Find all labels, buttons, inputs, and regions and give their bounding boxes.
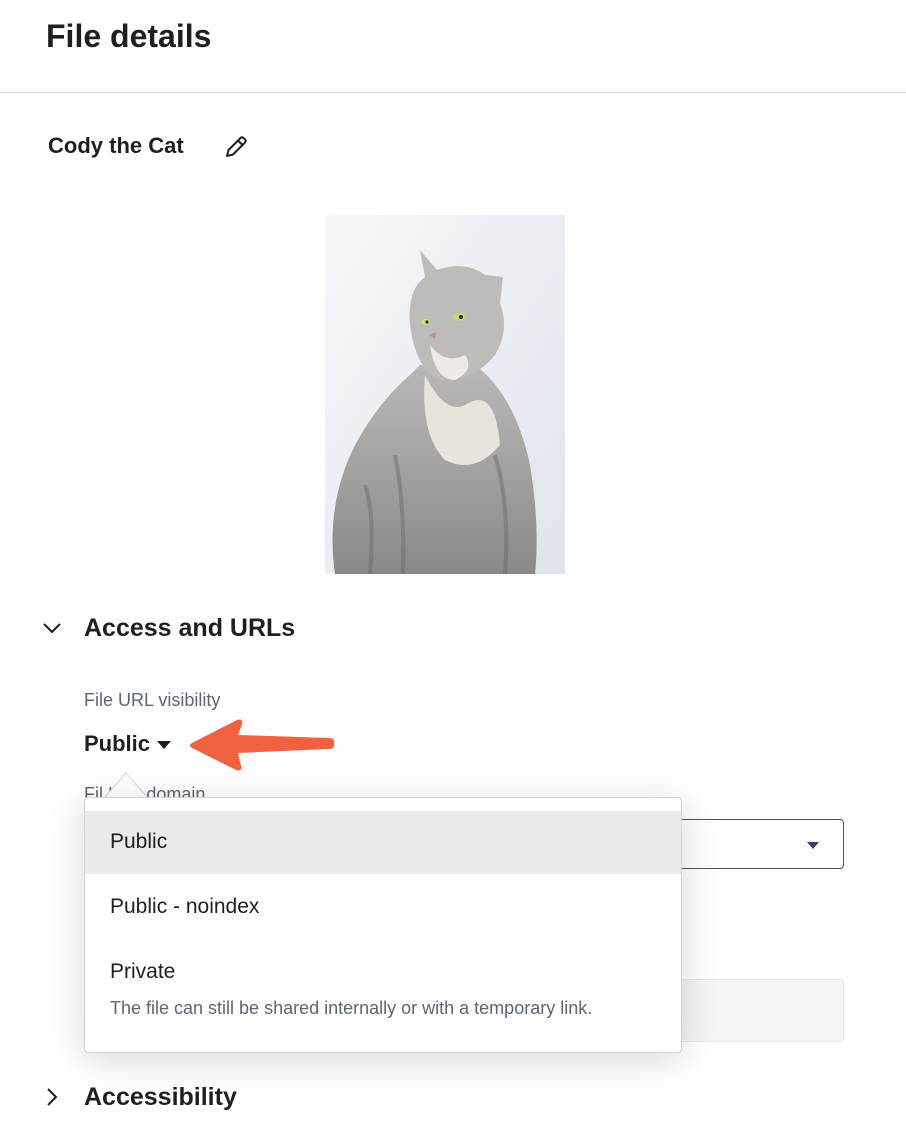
option-private[interactable]: Private The file can still be shared int… — [85, 940, 681, 1048]
option-label: Public - noindex — [110, 895, 260, 918]
option-label: Public — [110, 830, 168, 853]
file-name: Cody the Cat — [48, 133, 184, 158]
section-title-access[interactable]: Access and URLs — [84, 614, 295, 643]
caret-down-icon — [157, 741, 172, 749]
visibility-dropdown-menu: Public Public - noindex Private The file… — [84, 797, 682, 1053]
section-title-accessibility[interactable]: Accessibility — [84, 1083, 237, 1112]
annotation-arrow-icon — [190, 719, 335, 771]
option-description: The file can still be shared internally … — [110, 998, 593, 1018]
header: File details — [0, 0, 906, 93]
visibility-value: Public — [84, 731, 151, 756]
caret-down-icon — [807, 842, 819, 849]
page-title: File details — [46, 18, 212, 54]
chevron-down-icon[interactable] — [41, 617, 63, 639]
chevron-right-icon[interactable] — [41, 1086, 63, 1108]
option-public-noindex[interactable]: Public - noindex — [85, 876, 681, 939]
visibility-dropdown-toggle[interactable]: Public — [84, 731, 172, 757]
visibility-label: File URL visibility — [84, 690, 221, 710]
dropdown-pointer — [104, 772, 148, 798]
option-public[interactable]: Public — [85, 811, 681, 874]
option-label: Private — [110, 960, 176, 983]
file-preview-image — [325, 215, 565, 574]
pencil-icon[interactable] — [222, 133, 250, 161]
